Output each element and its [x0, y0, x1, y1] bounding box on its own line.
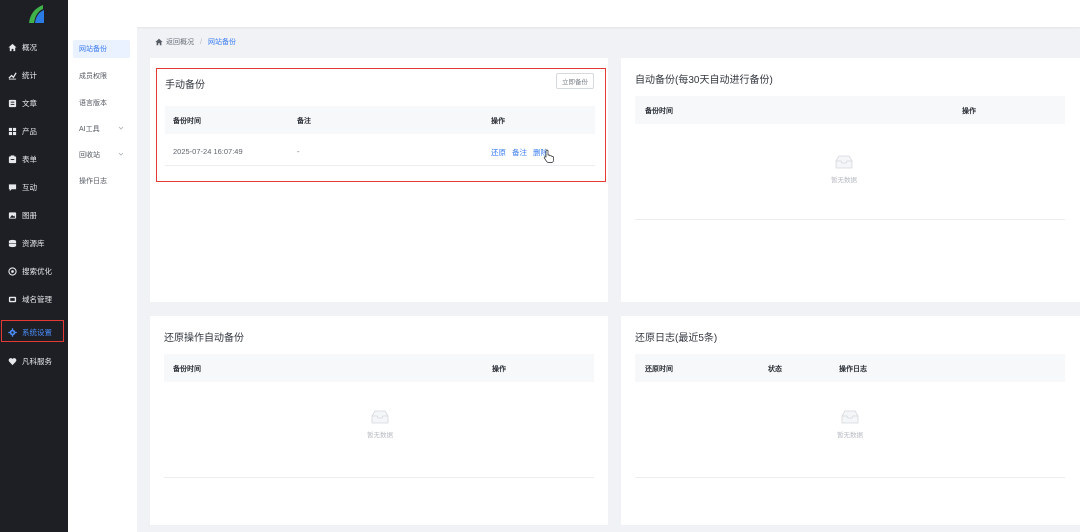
subnav-item-label: 网站备份 — [79, 46, 107, 53]
settings-subnav: 网站备份 成员权限 语言版本 AI工具 回收站 操作日志 — [68, 27, 137, 532]
subnav-item-label: AI工具 — [79, 126, 100, 133]
empty-box-icon — [841, 410, 859, 424]
divider — [164, 477, 594, 478]
empty-box-icon — [835, 155, 853, 169]
domain-icon — [8, 295, 17, 304]
empty-state: 暂无数据 — [350, 409, 410, 439]
breadcrumb-back-link[interactable]: 返回概况 — [166, 37, 194, 47]
gallery-icon — [8, 211, 17, 220]
breadcrumb: 返回概况 / 网站备份 — [155, 37, 236, 47]
subnav-item-label: 操作日志 — [79, 178, 107, 185]
subnav-item-ai-tools[interactable]: AI工具 — [73, 120, 130, 138]
subnav-item-language[interactable]: 语言版本 — [73, 94, 130, 112]
column-header-time: 备份时间 — [645, 108, 673, 115]
chevron-down-icon — [118, 126, 124, 130]
nav-item-gallery[interactable]: 图册 — [0, 201, 68, 229]
divider — [635, 477, 1065, 478]
nav-item-label: 文章 — [22, 98, 37, 108]
subnav-item-label: 成员权限 — [79, 73, 107, 80]
product-icon — [8, 127, 17, 136]
panel-title: 还原日志(最近5条) — [635, 333, 718, 344]
table-header: 备份时间 操作 — [635, 96, 1065, 124]
nav-item-label: 概况 — [22, 42, 37, 52]
seo-icon — [8, 266, 17, 276]
nav-item-domain[interactable]: 域名管理 — [0, 285, 68, 313]
nav-item-label: 产品 — [22, 126, 37, 136]
main-sidebar: 概况 统计 文章 产品 表单 互动 图册 资源库 搜索优化 域名管理 系统设置 — [0, 0, 68, 532]
divider — [635, 219, 1065, 220]
subnav-item-label: 回收站 — [79, 152, 100, 159]
subnav-item-recycle[interactable]: 回收站 — [73, 146, 130, 164]
chat-icon — [8, 183, 17, 192]
logo-icon[interactable] — [27, 4, 45, 24]
nav-item-articles[interactable]: 文章 — [0, 89, 68, 117]
table-header: 备份时间 操作 — [164, 354, 594, 382]
panel-title: 自动备份(每30天自动进行备份) — [635, 75, 773, 86]
nav-item-stats[interactable]: 统计 — [0, 61, 68, 89]
home-icon[interactable] — [155, 38, 163, 46]
nav-item-label: 图册 — [22, 210, 37, 220]
nav-item-label: 域名管理 — [22, 294, 52, 304]
subnav-item-logs[interactable]: 操作日志 — [73, 172, 130, 190]
subnav-item-members[interactable]: 成员权限 — [73, 67, 130, 85]
nav-item-interact[interactable]: 互动 — [0, 173, 68, 201]
highlight-box — [1, 320, 64, 342]
nav-item-forms[interactable]: 表单 — [0, 145, 68, 173]
table-header: 还原时间 状态 操作日志 — [635, 354, 1065, 382]
home-icon — [8, 43, 17, 52]
nav-item-settings[interactable]: 系统设置 — [0, 318, 68, 346]
top-bar — [68, 0, 1080, 27]
restore-log-panel: 还原日志(最近5条) 还原时间 状态 操作日志 暂无数据 — [621, 316, 1080, 525]
column-header-time: 还原时间 — [645, 366, 673, 373]
column-header-status: 状态 — [768, 366, 782, 373]
chevron-down-icon — [118, 152, 124, 156]
nav-item-label: 统计 — [22, 70, 37, 80]
panel-title: 还原操作自动备份 — [164, 333, 244, 344]
nav-item-resources[interactable]: 资源库 — [0, 229, 68, 257]
nav-item-label: 搜索优化 — [22, 266, 52, 276]
column-header-time: 备份时间 — [173, 366, 201, 373]
database-icon — [8, 239, 17, 248]
empty-text: 暂无数据 — [837, 432, 863, 439]
chart-icon — [8, 71, 17, 80]
highlight-box — [156, 68, 606, 182]
subnav-item-backup[interactable]: 网站备份 — [73, 40, 130, 58]
nav-item-products[interactable]: 产品 — [0, 117, 68, 145]
nav-item-service[interactable]: 凡科服务 — [0, 347, 68, 375]
article-icon — [8, 99, 17, 108]
empty-state: 暂无数据 — [814, 154, 874, 184]
subnav-item-label: 语言版本 — [79, 100, 107, 107]
empty-box-icon — [371, 410, 389, 424]
nav-item-label: 资源库 — [22, 238, 45, 248]
nav-item-label: 凡科服务 — [22, 356, 52, 366]
nav-item-label: 表单 — [22, 154, 37, 164]
form-icon — [8, 154, 17, 164]
restore-auto-backup-panel: 还原操作自动备份 备份时间 操作 暂无数据 — [150, 316, 608, 525]
empty-state: 暂无数据 — [820, 409, 880, 439]
breadcrumb-separator: / — [200, 38, 202, 46]
empty-text: 暂无数据 — [367, 432, 393, 439]
nav-item-overview[interactable]: 概况 — [0, 33, 68, 61]
column-header-op: 操作 — [492, 366, 506, 373]
nav-item-seo[interactable]: 搜索优化 — [0, 257, 68, 285]
column-header-log: 操作日志 — [839, 366, 867, 373]
column-header-op: 操作 — [962, 108, 976, 115]
heart-icon — [8, 357, 17, 366]
auto-backup-panel: 自动备份(每30天自动进行备份) 备份时间 操作 暂无数据 — [621, 58, 1080, 302]
breadcrumb-current: 网站备份 — [207, 39, 236, 46]
nav-item-label: 互动 — [22, 182, 37, 192]
empty-text: 暂无数据 — [831, 177, 857, 184]
